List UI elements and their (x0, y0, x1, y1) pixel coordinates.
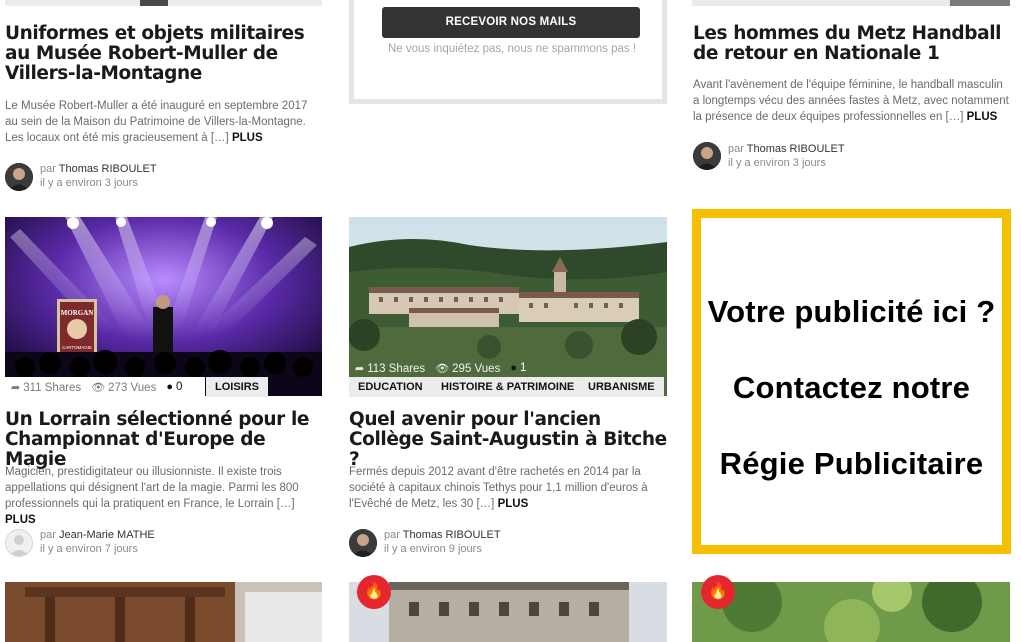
author-name[interactable]: Thomas RIBOULET (403, 529, 501, 541)
views-count: 👁 273 Vues (91, 381, 156, 394)
article-title[interactable]: Quel avenir pour l'ancien Collège Saint-… (349, 410, 669, 470)
newsletter-note: Ne vous inquiétez pas, nous ne spammons … (387, 43, 637, 55)
trending-badge[interactable]: 🔥 (701, 575, 735, 609)
author-avatar[interactable] (5, 163, 33, 191)
author-name[interactable]: Thomas RIBOULET (747, 143, 845, 155)
fire-icon: 🔥 (708, 583, 728, 600)
author-avatar[interactable] (349, 529, 377, 557)
article-excerpt: Avant l'avènement de l'équipe féminine, … (693, 77, 1011, 125)
author-avatar[interactable] (5, 529, 33, 557)
shares-text: 113 Shares (367, 362, 426, 375)
poster-title: MORGAN (61, 309, 94, 317)
views-text: 273 Vues (108, 381, 157, 394)
subscribe-button[interactable]: RECEVOIR NOS MAILS (382, 7, 640, 38)
views-count: 👁 295 Vues (435, 362, 500, 375)
article-stats: ➦ 113 Shares 👁 295 Vues ● 1 (349, 358, 559, 378)
byline-prefix: par (40, 163, 56, 175)
article-image-bottom-2[interactable] (349, 582, 667, 642)
views-text: 295 Vues (452, 362, 501, 375)
category-tag-loisirs[interactable]: LOISIRS (206, 377, 269, 397)
author-avatar[interactable] (693, 142, 721, 170)
eye-icon: 👁 (91, 381, 106, 394)
author-name[interactable]: Jean-Marie MATHE (59, 529, 155, 541)
read-more-link[interactable]: PLUS (498, 498, 529, 510)
article-title[interactable]: Un Lorrain sélectionné pour le Championn… (5, 410, 325, 470)
post-time: il y a environ 3 jours (40, 177, 138, 189)
advertising-banner[interactable]: Votre publicité ici ? Contactez notre Ré… (692, 209, 1011, 554)
byline: par Jean-Marie MATHE (40, 528, 155, 542)
post-time: il y a environ 7 jours (40, 543, 138, 555)
comment-icon: ● (166, 381, 173, 393)
article-title[interactable]: Uniformes et objets militaires au Musée … (5, 24, 325, 84)
article-stats: ➦ 311 Shares 👁 273 Vues ● 0 (5, 377, 205, 397)
ad-line-3: Régie Publicitaire (719, 446, 984, 481)
comments-count[interactable]: ● 1 (510, 362, 526, 374)
read-more-link[interactable]: PLUS (967, 111, 998, 123)
comments-text: 1 (519, 362, 527, 374)
comment-icon: ● (510, 362, 517, 374)
shares-text: 311 Shares (23, 381, 82, 394)
read-more-link[interactable]: PLUS (232, 132, 263, 144)
byline-prefix: par (728, 143, 744, 155)
comments-text: 0 (175, 381, 183, 393)
byline: par Thomas RIBOULET (384, 528, 501, 542)
excerpt-text: Avant l'avènement de l'équipe féminine, … (693, 79, 1009, 123)
article-excerpt: Le Musée Robert-Muller a été inauguré en… (5, 98, 323, 146)
share-icon: ➦ (355, 362, 365, 375)
post-time: il y a environ 9 jours (384, 543, 482, 555)
article-excerpt: Fermés depuis 2012 avant d'être rachetés… (349, 464, 667, 512)
wood-photo (5, 582, 322, 642)
image-edge-col3-dark (950, 0, 1010, 6)
byline-prefix: par (40, 529, 56, 541)
ad-line-2: Contactez notre (732, 370, 971, 405)
excerpt-text: Magicien, prestidigitateur ou illusionni… (5, 466, 299, 510)
building-photo (349, 582, 667, 642)
article-image-bottom-1[interactable] (5, 582, 322, 642)
eye-icon: 👁 (435, 362, 450, 375)
garden-photo (692, 582, 1010, 642)
ad-line-1: Votre publicité ici ? (707, 294, 996, 329)
article-title[interactable]: Les hommes du Metz Handball de retour en… (693, 24, 1013, 64)
shares-count: ➦ 113 Shares (355, 362, 425, 375)
byline: par Thomas RIBOULET (40, 162, 157, 176)
fire-icon: 🔥 (364, 583, 384, 600)
newsletter-widget: RECEVOIR NOS MAILS Ne vous inquiétez pas… (349, 0, 667, 104)
trending-badge[interactable]: 🔥 (357, 575, 391, 609)
article-excerpt: Magicien, prestidigitateur ou illusionni… (5, 464, 323, 528)
article-image-bottom-3[interactable] (692, 582, 1010, 642)
category-tag-education[interactable]: EDUCATION (349, 377, 432, 397)
share-icon: ➦ (11, 381, 21, 394)
article-image-magic[interactable]: MORGAN CARTOMAGIE (5, 217, 322, 396)
stage-photo: MORGAN CARTOMAGIE (5, 217, 322, 396)
byline-prefix: par (384, 529, 400, 541)
shares-count: ➦ 311 Shares (11, 381, 81, 394)
comments-count[interactable]: ● 0 (166, 381, 182, 393)
category-tag-histoire-patrimoine[interactable]: HISTOIRE & PATRIMOINE (432, 377, 584, 397)
author-name[interactable]: Thomas RIBOULET (59, 163, 157, 175)
category-tag-urbanisme[interactable]: URBANISME (579, 377, 664, 397)
poster-subtitle: CARTOMAGIE (62, 345, 92, 350)
byline: par Thomas RIBOULET (728, 142, 845, 156)
post-time: il y a environ 3 jours (728, 157, 826, 169)
image-edge-col1-dark (140, 0, 168, 6)
read-more-link[interactable]: PLUS (5, 514, 36, 526)
